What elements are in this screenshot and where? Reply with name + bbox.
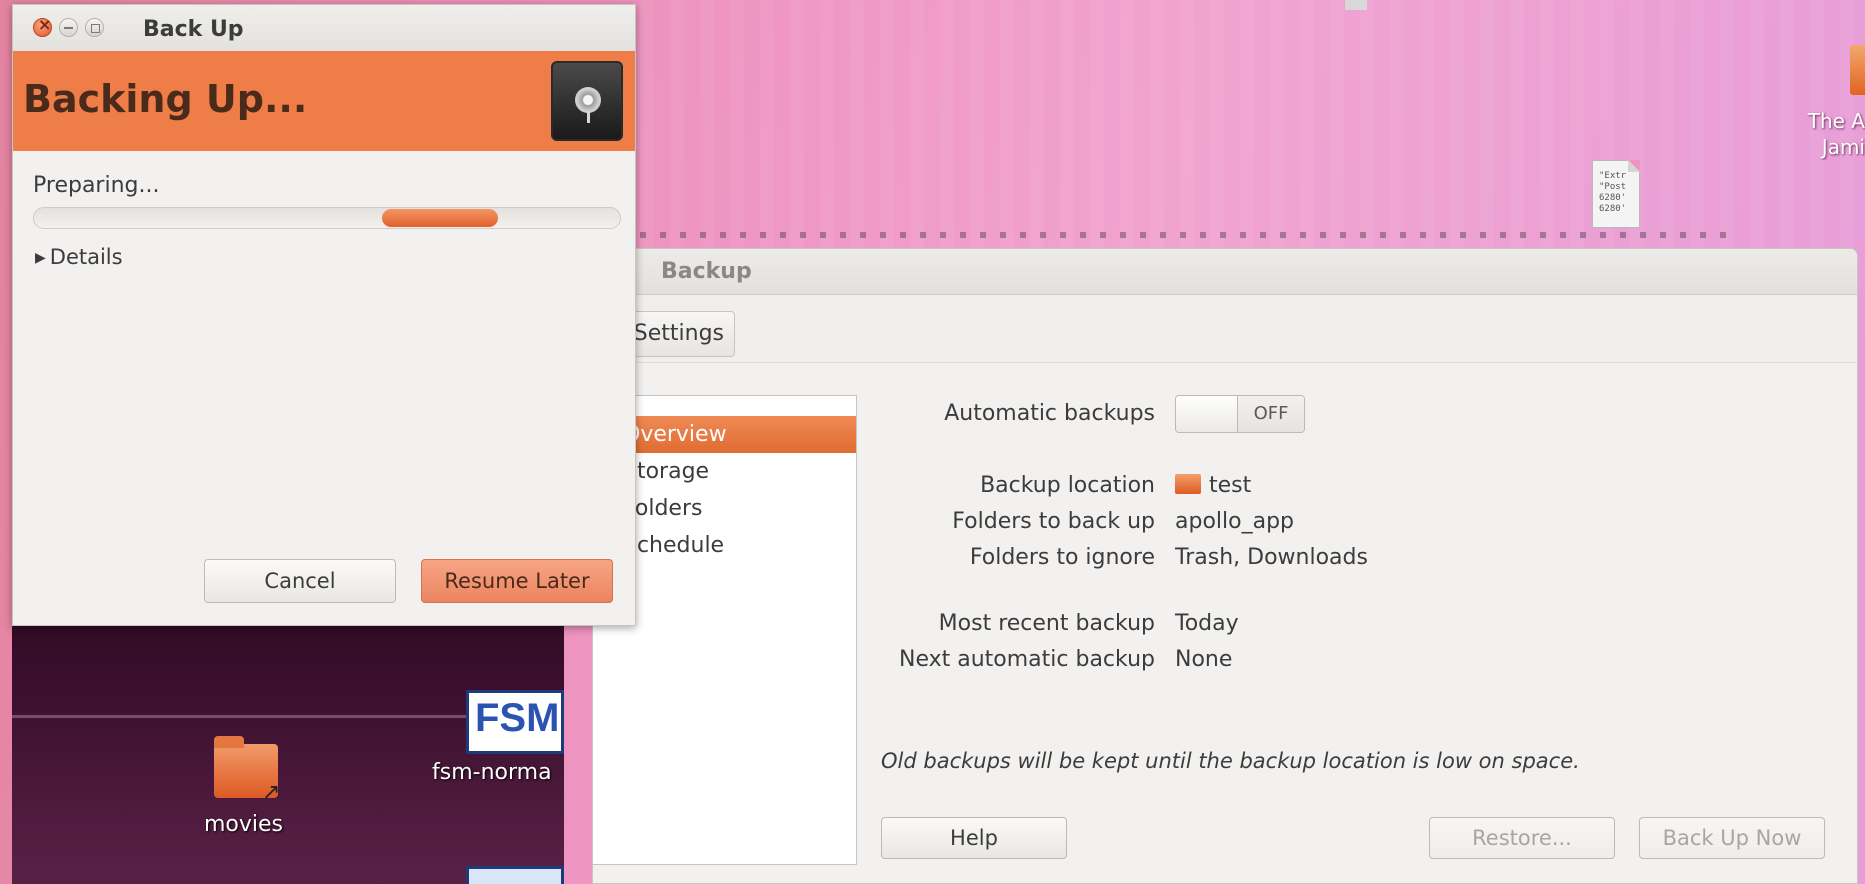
safe-icon [551,61,623,141]
desktop-image-icon-partial[interactable] [466,866,564,884]
progress-bar-pulse [382,209,498,227]
switch-knob[interactable] [1176,396,1238,432]
folders-to-back-up-value: apollo_app [1175,509,1295,534]
details-label: Details [49,245,123,269]
cancel-button[interactable]: Cancel [204,559,396,603]
next-automatic-backup-value: None [1175,647,1233,672]
desktop-text-file-icon[interactable]: "Extr "Post 6280' 6280' [1592,160,1640,228]
desktop-top-glyph [1345,0,1367,10]
folders-to-ignore-value: Trash, Downloads [1175,545,1368,570]
help-button[interactable]: Help [881,817,1067,859]
folders-to-ignore-label: Folders to ignore [969,545,1155,570]
movies-folder-label[interactable]: movies [204,812,283,837]
progress-status: Preparing... [33,173,160,198]
close-icon[interactable] [33,15,52,37]
switch-state: OFF [1238,396,1304,432]
fsm-normal-label[interactable]: fsm-norma [432,760,564,785]
folders-to-back-up-label: Folders to back up [952,509,1155,534]
details-expander[interactable]: ▶ Details [35,245,123,269]
automatic-backups-switch[interactable]: OFF [1175,395,1305,433]
back-up-now-button[interactable]: Back Up Now [1639,817,1825,859]
restore-button[interactable]: Restore... [1429,817,1615,859]
retention-note: Old backups will be kept until the backu… [881,749,1580,773]
backup-window-titlebar[interactable]: Backup [593,249,1857,295]
backing-up-dialog: Back Up Backing Up... Preparing... ▶Deta… [12,4,636,626]
most-recent-backup-value: Today [1175,611,1239,636]
dialog-title: Back Up [143,17,244,42]
progress-bar [33,207,621,229]
backup-location-value: test [1175,473,1251,498]
desktop-file-label-partial[interactable]: The A Jami [1800,108,1865,160]
next-automatic-backup-label: Next automatic backup [898,647,1155,672]
expander-arrow-icon: ▶ [35,250,46,266]
folder-icon [1175,474,1201,494]
backup-window: Backup Settings Overview Storage Folders… [592,248,1858,884]
desktop-dotted-line [640,232,1730,238]
automatic-backups-label: Automatic backups [944,401,1155,426]
fsm-logo-icon[interactable]: FSM [466,690,564,754]
dialog-heading: Backing Up... [23,77,308,121]
dialog-titlebar[interactable]: Back Up [13,5,635,51]
backup-location-label: Backup location [980,473,1155,498]
maximize-icon[interactable] [85,18,104,37]
most-recent-backup-label: Most recent backup [938,611,1155,636]
desktop-file-icon-partial[interactable] [1850,45,1865,95]
shortcut-arrow-icon: ↗ [262,780,281,805]
resume-later-button[interactable]: Resume Later [421,559,613,603]
backup-location-text: test [1209,473,1252,498]
dialog-banner: Backing Up... [13,51,635,151]
minimize-icon[interactable] [59,18,78,37]
backup-toolbar: Settings [593,295,1857,363]
window-title: Backup [661,259,752,284]
